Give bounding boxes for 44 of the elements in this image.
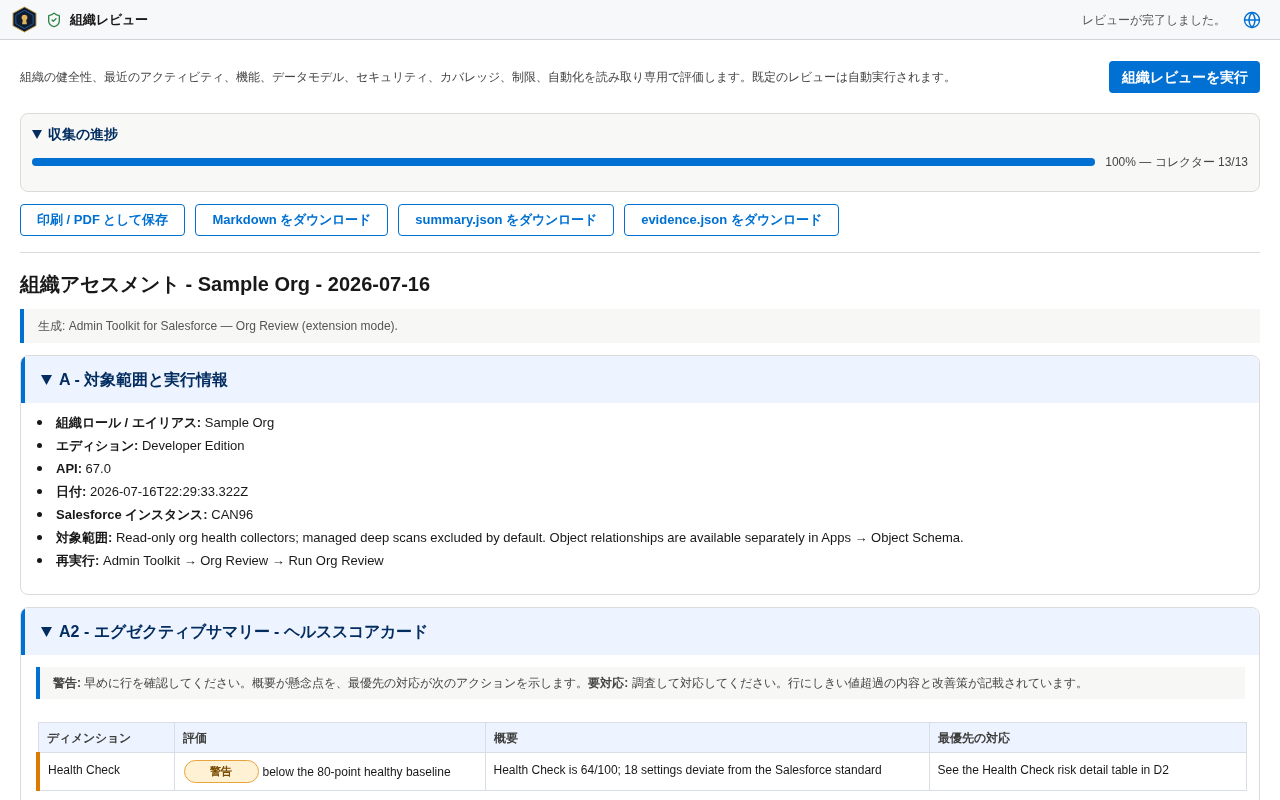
table-cell: Health Check is 64/100; 18 settings deviate from the Salesforce standard <box>485 752 929 791</box>
info-item: Salesforce インスタンス: CAN96 <box>56 505 254 524</box>
export-button[interactable]: Markdown をダウンロード <box>195 204 389 236</box>
bullet-icon <box>37 466 42 471</box>
info-item: 対象範囲: Read-only org health collectors; managed deep scans excluded by default. Object relationships are available separately in Apps → Object Schema. <box>56 528 964 547</box>
generated-note: 生成: Admin Toolkit for Salesforce — Org Review (extension mode). <box>20 309 1260 343</box>
column-header: 評価 <box>174 722 485 753</box>
export-button[interactable]: evidence.json をダウンロード <box>624 204 839 236</box>
run-review-button[interactable]: 組織レビューを実行 <box>1109 61 1260 93</box>
keyhole-hexagon-logo-icon <box>12 6 37 33</box>
section-title[interactable]: A - 対象範囲と実行情報 <box>59 367 229 392</box>
status-text: レビューが完了しました。 <box>1082 11 1226 29</box>
caret-down-icon[interactable] <box>41 374 52 385</box>
globe-icon[interactable] <box>1243 10 1261 29</box>
bullet-icon <box>37 512 42 517</box>
column-header: ディメンション <box>38 722 174 753</box>
bullet-icon <box>37 443 42 448</box>
table-cell: Health Check <box>38 752 174 791</box>
bullet-icon <box>37 420 42 425</box>
export-button[interactable]: 印刷 / PDF として保存 <box>20 204 186 236</box>
status-badge: 警告 <box>183 760 259 783</box>
info-item: 日付: 2026-07-16T22:29:33.322Z <box>56 482 249 501</box>
app-title: 組織レビュー <box>70 10 148 29</box>
table-cell: See the Health Check risk detail table in D2 <box>929 752 1246 791</box>
info-item: 組織ロール / エイリアス: Sample Org <box>56 413 275 432</box>
bullet-icon <box>37 535 42 540</box>
description-text: 組織の健全性、最近のアクティビティ、機能、データモデル、セキュリティ、カバレッジ、制限、自動化を読み取り専用で評価します。既定のレビューは自動実行されます。 <box>20 69 956 86</box>
progress-reading: 100% — コレクター 13/13 <box>1105 154 1248 171</box>
column-header: 概要 <box>485 722 929 753</box>
report-title: 組織アセスメント - Sample Org - 2026-07-16 <box>20 272 432 297</box>
caret-down-icon[interactable] <box>32 129 42 139</box>
progress-title[interactable]: 収集の進捗 <box>48 123 118 145</box>
caret-down-icon[interactable] <box>41 626 52 637</box>
shield-check-icon <box>46 11 62 28</box>
rating-text: below the 80-point healthy baseline <box>262 763 451 781</box>
bullet-icon <box>37 558 42 563</box>
info-item: 再実行: Admin Toolkit → Org Review → Run Org Review <box>56 551 384 570</box>
info-item: API: 67.0 <box>56 459 111 478</box>
export-button[interactable]: summary.json をダウンロード <box>398 204 615 236</box>
info-item: エディション: Developer Edition <box>56 436 245 455</box>
column-header: 最優先の対応 <box>929 722 1246 753</box>
bullet-icon <box>37 489 42 494</box>
callout-note: 警告: 早めに行を確認してください。概要が懸念点を、最優先の対応が次のアクションを示します。要対応: 調査して対応してください。行にしきい値超過の内容と改善策が記載されています。 <box>53 675 1088 692</box>
section-title[interactable]: A2 - エグゼクティブサマリー - ヘルススコアカード <box>59 619 428 644</box>
